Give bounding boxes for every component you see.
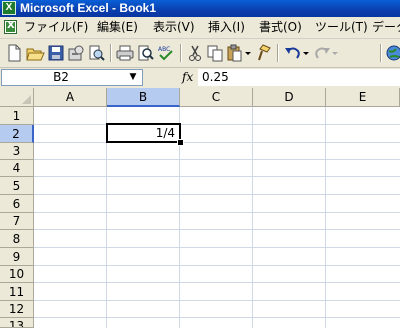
- name-box[interactable]: B2 ▼: [1, 69, 143, 86]
- insert-function-icon[interactable]: fx: [182, 70, 193, 85]
- save-icon[interactable]: [46, 43, 66, 63]
- undo-icon[interactable]: [283, 43, 303, 63]
- paste-dropdown-icon[interactable]: [244, 43, 252, 63]
- menu-format[interactable]: 書式(O): [259, 19, 302, 36]
- formula-input[interactable]: 0.25: [198, 69, 400, 86]
- row-header-2[interactable]: 2: [0, 125, 34, 143]
- menu-tools[interactable]: ツール(T): [315, 19, 368, 36]
- menu-data[interactable]: データ: [372, 19, 400, 36]
- cell-gridlines[interactable]: [34, 107, 400, 328]
- print-icon[interactable]: [115, 43, 135, 63]
- menu-edit[interactable]: 編集(E): [97, 19, 138, 36]
- redo-icon[interactable]: [312, 43, 332, 63]
- toolbar-separator: [110, 44, 111, 62]
- row-header-5[interactable]: 5: [0, 177, 34, 195]
- row-header-11[interactable]: 11: [0, 283, 34, 301]
- formula-bar: B2 ▼ fx 0.25: [0, 68, 400, 88]
- row-header-3[interactable]: 3: [0, 143, 34, 160]
- cell-b2[interactable]: 1/4: [106, 123, 181, 143]
- new-icon[interactable]: [4, 43, 24, 63]
- standard-toolbar: ABC: [0, 39, 400, 68]
- hyperlink-icon[interactable]: [384, 43, 400, 63]
- row-header-9[interactable]: 9: [0, 248, 34, 266]
- permission-icon[interactable]: [66, 43, 86, 63]
- document-icon[interactable]: [4, 20, 17, 34]
- row-header-12[interactable]: 12: [0, 301, 34, 318]
- open-icon[interactable]: [25, 43, 45, 63]
- svg-text:ABC: ABC: [158, 46, 170, 53]
- undo-dropdown-icon[interactable]: [302, 43, 310, 63]
- excel-app-icon[interactable]: X: [2, 1, 16, 15]
- print-preview-icon[interactable]: [136, 43, 156, 63]
- copy-icon[interactable]: [205, 43, 225, 63]
- window-title: Microsoft Excel - Book1: [20, 1, 157, 15]
- cut-icon[interactable]: [185, 43, 205, 63]
- worksheet-grid: A B C D E 1 2 3 4 5 6 7 8 9 10 11 12 13: [0, 88, 400, 328]
- menu-bar: ファイル(F) 編集(E) 表示(V) 挿入(I) 書式(O) ツール(T) デ…: [0, 17, 400, 39]
- toolbar-separator: [380, 44, 381, 62]
- title-bar[interactable]: X Microsoft Excel - Book1: [0, 0, 400, 17]
- row-header-1[interactable]: 1: [0, 107, 34, 125]
- column-header-a[interactable]: A: [34, 88, 107, 107]
- column-header-c[interactable]: C: [180, 88, 253, 107]
- select-all-button[interactable]: [0, 88, 34, 107]
- column-header-e[interactable]: E: [326, 88, 400, 107]
- menu-view[interactable]: 表示(V): [153, 19, 195, 36]
- redo-dropdown-icon[interactable]: [331, 43, 339, 63]
- row-header-7[interactable]: 7: [0, 213, 34, 230]
- row-header-4[interactable]: 4: [0, 160, 34, 177]
- row-header-6[interactable]: 6: [0, 195, 34, 213]
- row-header-10[interactable]: 10: [0, 266, 34, 283]
- row-header-8[interactable]: 8: [0, 230, 34, 248]
- format-painter-icon[interactable]: [253, 43, 273, 63]
- toolbar-separator: [277, 44, 278, 62]
- column-header-b[interactable]: B: [107, 88, 180, 107]
- toolbar-separator: [180, 44, 181, 62]
- menu-insert[interactable]: 挿入(I): [208, 19, 245, 36]
- menu-file[interactable]: ファイル(F): [24, 19, 88, 36]
- search-document-icon[interactable]: [86, 43, 106, 63]
- fill-handle[interactable]: [177, 139, 184, 146]
- spelling-icon[interactable]: ABC: [156, 43, 176, 63]
- row-header-13[interactable]: 13: [0, 318, 34, 328]
- column-header-d[interactable]: D: [253, 88, 326, 107]
- name-box-value: B2: [53, 70, 69, 84]
- chevron-down-icon[interactable]: ▼: [126, 70, 140, 85]
- paste-icon[interactable]: [225, 43, 245, 63]
